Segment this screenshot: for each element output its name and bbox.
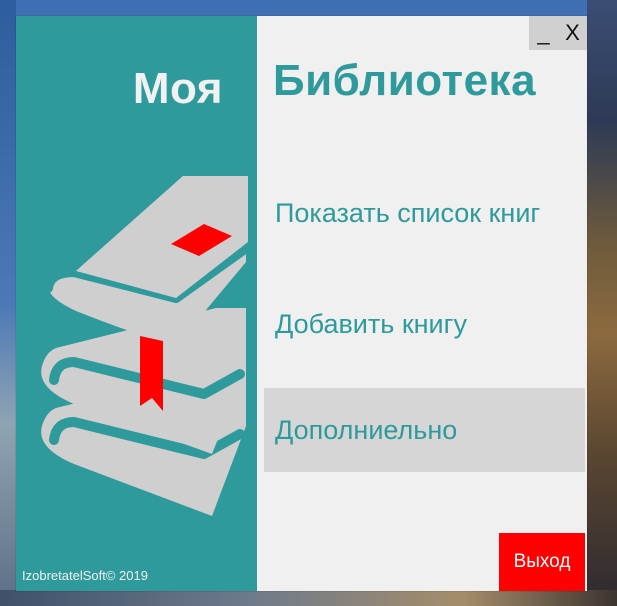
desktop-background-left — [0, 0, 16, 606]
menu-item-add-book[interactable]: Добавить книгу — [264, 282, 585, 366]
menu-panel: _ X Библиотека Показать список книг Доба… — [257, 16, 587, 591]
menu-item-label: Показать список книг — [275, 197, 541, 228]
books-icon — [41, 176, 251, 516]
menu-item-label: Дополниельно — [275, 414, 458, 445]
copyright-text: IzobretatelSoft© 2019 — [22, 568, 148, 583]
exit-button[interactable]: Выход — [499, 533, 585, 591]
title-word-1: Моя — [132, 64, 223, 113]
app-window: Моя IzobretatelSoft© 2019 _ X Библиотека — [16, 16, 587, 591]
menu-item-label: Добавить книгу — [275, 308, 467, 339]
menu-item-show-books[interactable]: Показать список книг — [264, 171, 585, 255]
close-button[interactable]: X — [562, 18, 584, 48]
menu-item-additional[interactable]: Дополниельно — [264, 388, 585, 472]
window-controls: _ X — [529, 16, 587, 50]
desktop-background-bottom — [0, 590, 617, 606]
brand-panel: Моя IzobretatelSoft© 2019 — [16, 16, 257, 591]
desktop-background-right — [587, 0, 617, 606]
title-word-2: Библиотека — [273, 56, 537, 105]
minimize-button[interactable]: _ — [533, 18, 555, 48]
